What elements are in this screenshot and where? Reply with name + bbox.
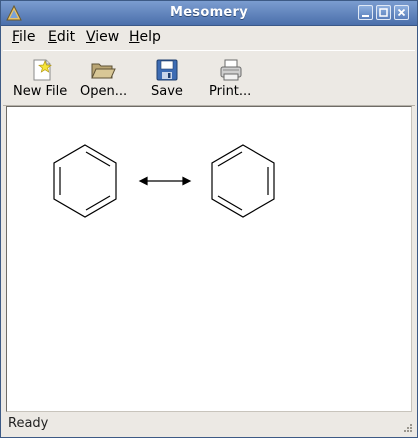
menu-help-mnemonic: H bbox=[129, 29, 140, 45]
menu-edit-mnemonic: E bbox=[48, 29, 57, 45]
new-file-icon bbox=[33, 59, 52, 81]
menu-bar: File Edit View Help bbox=[3, 26, 415, 48]
minimize-button[interactable] bbox=[358, 5, 373, 20]
open-folder-icon bbox=[91, 63, 116, 79]
mesomery-drawing bbox=[53, 144, 275, 218]
menu-file-mnemonic: F bbox=[12, 29, 20, 45]
save-label: Save bbox=[151, 84, 183, 99]
maximize-button[interactable] bbox=[376, 5, 391, 20]
menu-help[interactable]: Help bbox=[129, 29, 161, 45]
menu-file[interactable]: File bbox=[12, 29, 35, 45]
menu-edit-label: dit bbox=[56, 29, 76, 45]
open-button[interactable]: Open... bbox=[76, 53, 136, 103]
menu-edit[interactable]: Edit bbox=[48, 29, 75, 45]
status-text: Ready bbox=[8, 416, 49, 431]
print-label: Print... bbox=[209, 84, 252, 99]
save-disk-icon bbox=[156, 59, 178, 81]
benzene-structure-right[interactable] bbox=[211, 144, 275, 218]
save-button[interactable]: Save bbox=[145, 53, 189, 103]
menu-view-mnemonic: V bbox=[86, 29, 96, 45]
close-icon bbox=[397, 8, 406, 17]
menu-file-label: ile bbox=[19, 29, 36, 45]
menu-view-label: iew bbox=[95, 29, 120, 45]
benzene-structure-left[interactable] bbox=[53, 144, 117, 218]
maximize-icon bbox=[379, 8, 388, 17]
app-window: Mesomery File Edit View Help New File Op… bbox=[0, 0, 418, 438]
print-button[interactable]: Print... bbox=[205, 53, 257, 103]
menu-view[interactable]: View bbox=[86, 29, 119, 45]
open-label: Open... bbox=[80, 84, 128, 99]
drawing-canvas[interactable] bbox=[6, 106, 412, 412]
resize-grip-icon[interactable] bbox=[401, 421, 413, 433]
new-file-button[interactable]: New File bbox=[9, 53, 73, 103]
printer-icon bbox=[220, 59, 242, 81]
new-file-label: New File bbox=[13, 84, 68, 99]
window-title: Mesomery bbox=[169, 5, 249, 20]
status-bar: Ready bbox=[3, 414, 415, 435]
menu-help-label: elp bbox=[139, 29, 161, 45]
minimize-icon bbox=[362, 15, 369, 17]
resonance-arrow[interactable] bbox=[138, 176, 192, 186]
toolbar: New File Open... Save Print... bbox=[3, 50, 415, 106]
title-bar[interactable]: Mesomery bbox=[1, 1, 417, 26]
close-button[interactable] bbox=[394, 5, 409, 20]
